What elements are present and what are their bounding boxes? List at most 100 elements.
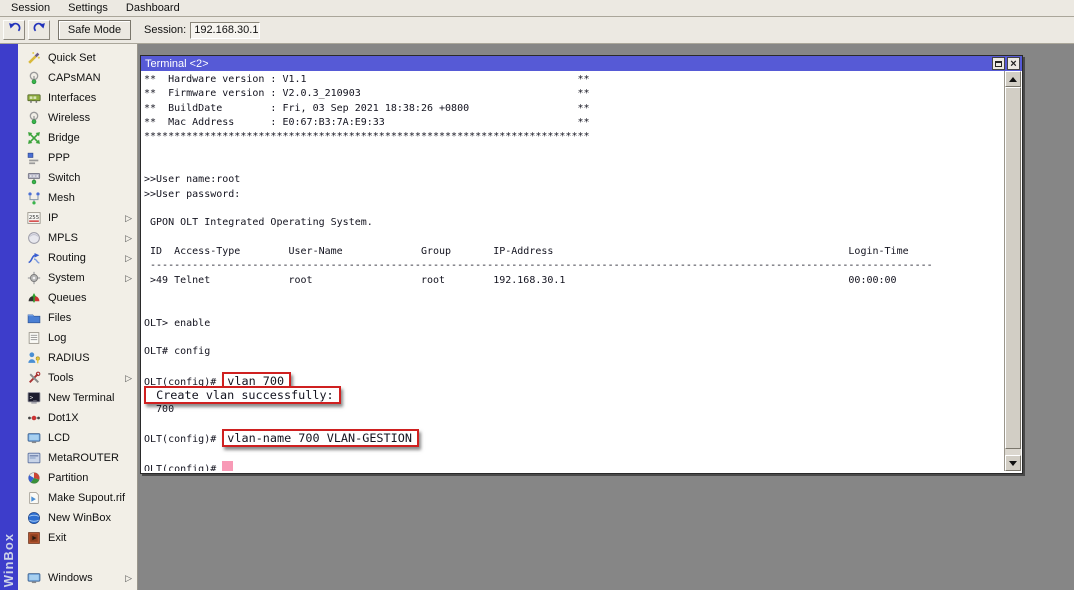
- sidebar-item-radius[interactable]: RADIUS: [18, 348, 137, 368]
- sidebar-item-label: Mesh: [48, 192, 75, 204]
- sidebar-item-exit[interactable]: Exit: [18, 528, 137, 548]
- folder-icon: [27, 311, 41, 325]
- exit-icon: [27, 531, 41, 545]
- terminal-line: [144, 146, 1004, 160]
- terminal-line: ****************************************…: [144, 131, 1004, 145]
- close-button[interactable]: ×: [1007, 57, 1020, 70]
- sidebar-item-label: PPP: [48, 152, 70, 164]
- sidebar-item-label: IP: [48, 212, 58, 224]
- scroll-up-button[interactable]: [1005, 71, 1021, 87]
- terminal-icon: >_: [27, 391, 41, 405]
- menubar: Session Settings Dashboard: [0, 0, 1074, 17]
- terminal-window-titlebar[interactable]: Terminal <2> ×: [141, 56, 1022, 71]
- terminal-line: ** Mac Address : E0:67:B3:7A:E9:33 **: [144, 117, 1004, 131]
- system-gear-icon: [27, 271, 41, 285]
- sidebar-item-label: Bridge: [48, 132, 80, 144]
- sidebar-item-mesh[interactable]: Mesh: [18, 188, 137, 208]
- terminal-line: ID Access-Type User-Name Group IP-Addres…: [144, 246, 1004, 260]
- ppp-icon: [27, 151, 41, 165]
- sidebar-item-tools[interactable]: Tools ▷: [18, 368, 137, 388]
- sidebar-item-capsman[interactable]: CAPsMAN: [18, 68, 137, 88]
- submenu-arrow-icon: ▷: [125, 373, 132, 384]
- sidebar-item-wireless[interactable]: Wireless: [18, 108, 137, 128]
- sidebar-item-label: Partition: [48, 472, 88, 484]
- sidebar-item-log[interactable]: Log: [18, 328, 137, 348]
- annotation-red-box: vlan-name 700 VLAN-GESTION: [222, 429, 419, 447]
- sidebar-item-label: Routing: [48, 252, 86, 264]
- undo-button[interactable]: [3, 20, 25, 40]
- scrollbar-thumb[interactable]: [1005, 87, 1021, 449]
- terminal-line: ** Hardware version : V1.1 **: [144, 74, 1004, 88]
- sidebar-item-mpls[interactable]: MPLS▷: [18, 228, 137, 248]
- maximize-button[interactable]: [992, 57, 1005, 70]
- sidebar-item-label: Switch: [48, 172, 80, 184]
- sidebar-item-dot1x[interactable]: Dot1X: [18, 408, 137, 428]
- terminal-output[interactable]: ** Hardware version : V1.1 **** Firmware…: [142, 71, 1004, 471]
- sidebar-item-metarouter[interactable]: MetaROUTER: [18, 448, 137, 468]
- sidebar-item-partition[interactable]: Partition: [18, 468, 137, 488]
- sidebar-item-quick-set[interactable]: Quick Set: [18, 48, 137, 68]
- menu-settings[interactable]: Settings: [65, 1, 111, 15]
- menu-session[interactable]: Session: [8, 1, 53, 15]
- mpls-icon: [27, 231, 41, 245]
- sidebar-item-routing[interactable]: Routing ▷: [18, 248, 137, 268]
- terminal-line: [144, 203, 1004, 217]
- sidebar-item-label: Queues: [48, 292, 87, 304]
- terminal-line: ----------------------------------------…: [144, 260, 1004, 274]
- submenu-arrow-icon: ▷: [125, 273, 132, 284]
- sidebar-item-queues[interactable]: Queues: [18, 288, 137, 308]
- sidebar-item-interfaces[interactable]: Interfaces: [18, 88, 137, 108]
- sidebar-item-ppp[interactable]: PPP: [18, 148, 137, 168]
- arrow-up-icon: [1009, 77, 1017, 82]
- terminal-line: OLT# config: [144, 346, 1004, 360]
- dot1x-icon: [27, 411, 41, 425]
- sidebar-item-label: Wireless: [48, 112, 90, 124]
- sidebar-item-new-winbox[interactable]: New WinBox: [18, 508, 137, 528]
- sidebar-item-label: New Terminal: [48, 392, 114, 404]
- maximize-icon: [995, 61, 1002, 67]
- sidebar-item-system[interactable]: System▷: [18, 268, 137, 288]
- sidebar-item-new-terminal[interactable]: >_ New Terminal: [18, 388, 137, 408]
- mesh-icon: [27, 191, 41, 205]
- menu-dashboard[interactable]: Dashboard: [123, 1, 183, 15]
- terminal-line: >49 Telnet root root 192.168.30.1 00:00:…: [144, 275, 1004, 289]
- antenna-icon: [27, 71, 41, 85]
- terminal-line: [144, 160, 1004, 174]
- terminal-line: 700: [144, 404, 1004, 418]
- session-address-field[interactable]: 192.168.30.1: [190, 22, 260, 39]
- log-icon: [27, 331, 41, 345]
- terminal-line: ** Firmware version : V2.0.3_210903 **: [144, 88, 1004, 102]
- interface-card-icon: [27, 91, 41, 105]
- safe-mode-button[interactable]: Safe Mode: [58, 20, 131, 40]
- terminal-line: OLT(config)#: [144, 461, 1004, 471]
- lcd-icon: [27, 431, 41, 445]
- sidebar-list: Quick Set CAPsMAN Interfaces Wireless Bridge…: [18, 48, 137, 548]
- sidebar-item-bridge[interactable]: Bridge: [18, 128, 137, 148]
- vertical-scrollbar[interactable]: [1004, 71, 1021, 471]
- sidebar-item-windows[interactable]: Windows▷: [18, 568, 137, 588]
- terminal-cursor: [222, 461, 233, 471]
- sidebar-item-label: RADIUS: [48, 352, 90, 364]
- sidebar-item-label: MPLS: [48, 232, 78, 244]
- sidebar-item-lcd[interactable]: LCD: [18, 428, 137, 448]
- sidebar-item-switch[interactable]: Switch: [18, 168, 137, 188]
- sidebar-item-label: CAPsMAN: [48, 72, 101, 84]
- terminal-line: Create vlan successfully:: [144, 389, 1004, 403]
- sidebar-item-ip[interactable]: 255IP▷: [18, 208, 137, 228]
- winbox-globe-icon: [27, 511, 41, 525]
- partition-pie-icon: [27, 471, 41, 485]
- redo-button[interactable]: [28, 20, 50, 40]
- winbox-brand-label: WinBox: [0, 533, 18, 587]
- scroll-down-button[interactable]: [1005, 455, 1021, 471]
- sidebar-item-label: Tools: [48, 372, 74, 384]
- submenu-arrow-icon: ▷: [125, 213, 132, 224]
- sidebar-item-make-supout-rif[interactable]: Make Supout.rif: [18, 488, 137, 508]
- submenu-arrow-icon: ▷: [125, 253, 132, 264]
- undo-arrow-icon: [7, 21, 22, 39]
- sidebar-item-label: Dot1X: [48, 412, 79, 424]
- sidebar-item-files[interactable]: Files: [18, 308, 137, 328]
- terminal-window-title: Terminal <2>: [145, 58, 209, 70]
- sidebar-spacer: [18, 548, 137, 568]
- terminal-line: OLT(config)# vlan-name 700 VLAN-GESTION: [144, 432, 1004, 446]
- sidebar-item-label: Windows: [48, 572, 93, 584]
